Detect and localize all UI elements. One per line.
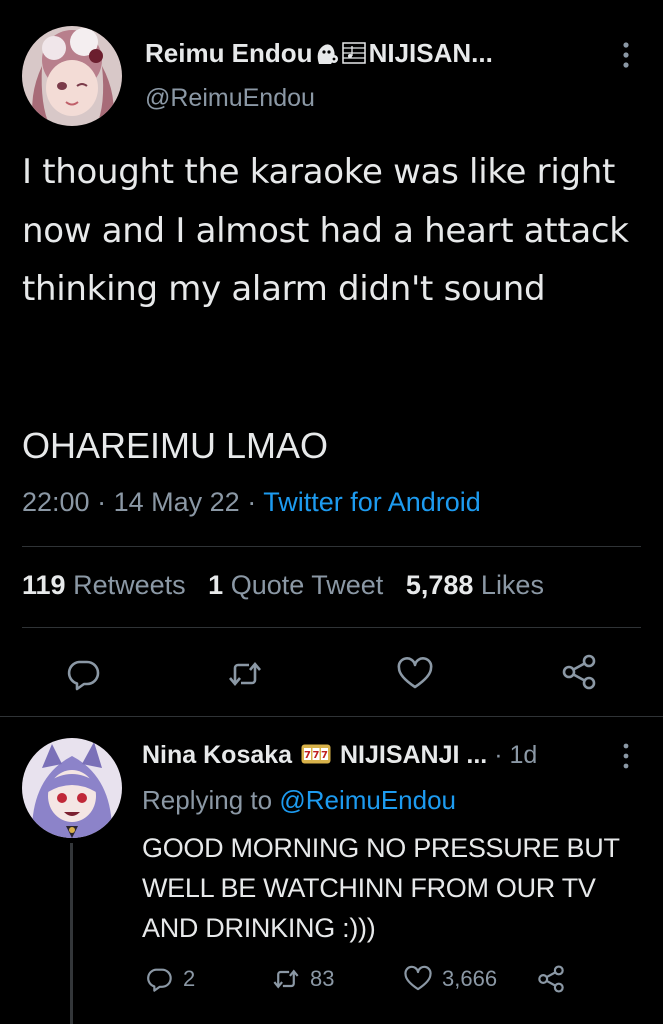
divider bbox=[22, 627, 641, 628]
author-avatar[interactable] bbox=[22, 26, 122, 126]
reply-display-name: Nina Kosaka bbox=[142, 741, 293, 769]
music-score-emoji-icon bbox=[341, 40, 369, 66]
heart-icon[interactable] bbox=[397, 656, 433, 692]
replying-to: Replying to @ReimuEndou bbox=[142, 785, 456, 816]
tweet-time: 22:00 bbox=[22, 487, 90, 517]
svg-text:7: 7 bbox=[304, 750, 311, 761]
reply-time-separator: · bbox=[494, 741, 510, 769]
reply-share-action[interactable] bbox=[537, 962, 565, 996]
reply-replies-count: 2 bbox=[183, 966, 196, 991]
vertical-dots-icon[interactable] bbox=[622, 42, 630, 68]
reply-likes-action[interactable]: 3,666 bbox=[404, 962, 497, 996]
heart-icon bbox=[404, 965, 432, 991]
reply-replies-action[interactable]: 2 bbox=[145, 962, 195, 996]
reply-retweets-action[interactable]: 83 bbox=[272, 962, 334, 996]
author-name-suffix: NIJISAN... bbox=[368, 38, 493, 68]
reply-author-avatar[interactable] bbox=[22, 738, 122, 838]
ghost-flower-emoji-icon bbox=[313, 40, 341, 66]
vertical-dots-icon[interactable] bbox=[622, 743, 630, 769]
tweet-meta: 22:00 · 14 May 22 · Twitter for Android bbox=[22, 487, 481, 518]
author-name[interactable]: Reimu Endou NIJISAN... bbox=[145, 38, 493, 69]
thread-line bbox=[70, 843, 73, 1024]
share-icon bbox=[538, 965, 564, 993]
replying-prefix: Replying to bbox=[142, 785, 273, 815]
reply-time[interactable]: 1d bbox=[509, 741, 537, 769]
meta-separator: · bbox=[247, 487, 264, 517]
retweets-count: 119 bbox=[22, 570, 66, 600]
slot-machine-emoji-icon: 777 bbox=[301, 742, 331, 764]
quotes-count: 1 bbox=[208, 570, 224, 600]
share-icon[interactable] bbox=[561, 654, 597, 690]
retweets-label: Retweets bbox=[73, 570, 186, 600]
reply-name-suffix: NIJISANJI ... bbox=[339, 741, 488, 769]
divider bbox=[0, 716, 663, 717]
retweet-icon[interactable] bbox=[227, 656, 263, 692]
tweet-text: I thought the karaoke was like right now… bbox=[22, 152, 629, 309]
svg-text:7: 7 bbox=[321, 750, 328, 761]
author-display-name: Reimu Endou bbox=[145, 38, 313, 68]
likes-count: 5,788 bbox=[405, 570, 474, 600]
quotes-stat[interactable]: 1 Quote Tweet bbox=[208, 570, 383, 600]
tweet-stats: 119 Retweets 1 Quote Tweet 5,788 Likes bbox=[22, 570, 544, 601]
reply-author-name[interactable]: Nina Kosaka 777 NIJISANJI ... · 1d bbox=[142, 741, 537, 770]
tweet-text-second-paragraph: OHAREIMU LMAO bbox=[22, 425, 329, 466]
reply-likes-count: 3,666 bbox=[442, 966, 498, 991]
quotes-label: Quote Tweet bbox=[230, 570, 384, 600]
svg-text:7: 7 bbox=[313, 750, 320, 761]
retweets-stat[interactable]: 119 Retweets bbox=[22, 570, 186, 600]
likes-label: Likes bbox=[480, 570, 544, 600]
divider bbox=[22, 546, 641, 547]
tweet-date: 14 May 22 bbox=[113, 487, 240, 517]
speech-bubble-icon[interactable] bbox=[65, 656, 101, 692]
speech-bubble-icon bbox=[147, 968, 172, 992]
meta-separator: · bbox=[97, 487, 114, 517]
reply-text: GOOD MORNING NO PRESSURE BUT WELL BE WAT… bbox=[142, 833, 620, 943]
tweet-thread: Reimu Endou NIJISAN... @ReimuEndou I thou… bbox=[0, 0, 663, 1024]
author-handle[interactable]: @ReimuEndou bbox=[145, 84, 315, 113]
retweet-icon bbox=[273, 969, 299, 989]
replying-to-mention[interactable]: @ReimuEndou bbox=[279, 785, 456, 815]
tweet-source-link[interactable]: Twitter for Android bbox=[263, 487, 481, 517]
reply-retweets-count: 83 bbox=[310, 966, 335, 991]
likes-stat[interactable]: 5,788 Likes bbox=[406, 570, 544, 600]
